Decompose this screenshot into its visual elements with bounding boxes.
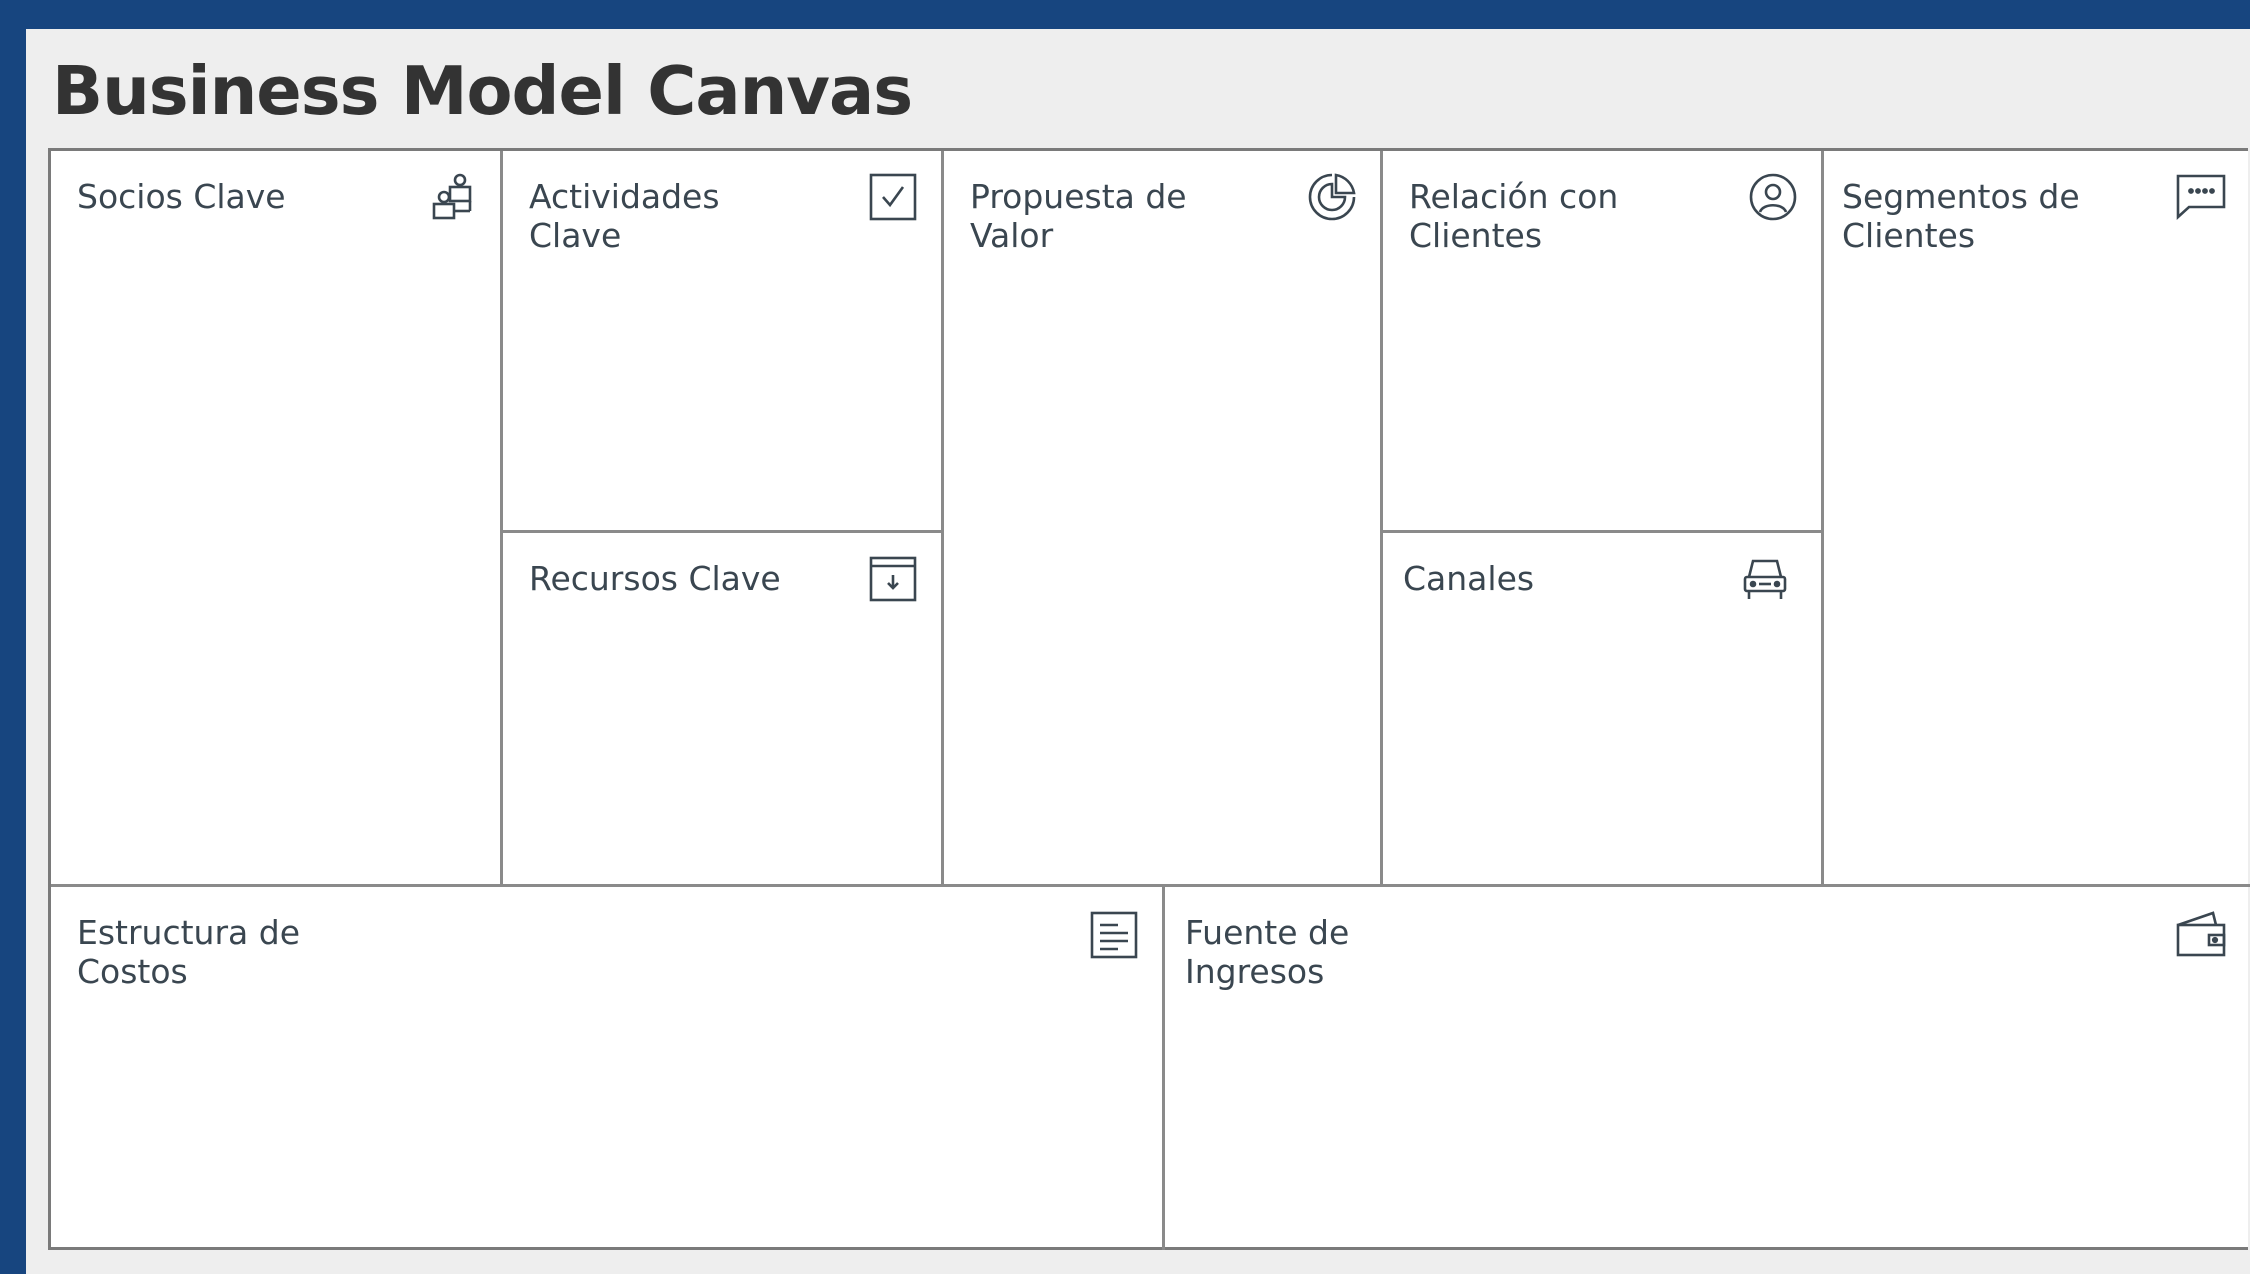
business-model-canvas: Socios Clave Actividades Clave Recursos … (48, 148, 2250, 1250)
archive-box-icon (867, 553, 919, 605)
block-propuesta-de-valor[interactable]: Propuesta de Valor (944, 151, 1380, 884)
block-label: Propuesta de Valor (970, 177, 1187, 255)
checkbox-icon (867, 171, 919, 223)
block-label: Relación con Clientes (1409, 177, 1619, 255)
block-relacion-con-clientes[interactable]: Relación con Clientes (1383, 151, 1821, 530)
block-label: Fuente de Ingresos (1185, 913, 1350, 991)
block-label: Canales (1403, 559, 1535, 598)
block-label: Recursos Clave (529, 559, 781, 598)
block-estructura-de-costos[interactable]: Estructura de Costos (51, 887, 1162, 1250)
block-label: Socios Clave (77, 177, 286, 216)
document-lines-icon (1088, 909, 1140, 961)
block-canales[interactable]: Canales (1383, 533, 1821, 884)
block-label: Segmentos de Clientes (1842, 177, 2080, 255)
wallet-icon (2175, 909, 2227, 961)
block-segmentos-de-clientes[interactable]: Segmentos de Clientes (1824, 151, 2250, 884)
chat-bubble-icon (2175, 171, 2227, 223)
block-label: Estructura de Costos (77, 913, 300, 991)
block-socios-clave[interactable]: Socios Clave (51, 151, 500, 884)
refresh-pie-icon (1306, 171, 1358, 223)
partners-icon (426, 171, 478, 223)
block-actividades-clave[interactable]: Actividades Clave (503, 151, 941, 530)
block-recursos-clave[interactable]: Recursos Clave (503, 533, 941, 884)
block-fuente-de-ingresos[interactable]: Fuente de Ingresos (1165, 887, 2250, 1250)
page-title: Business Model Canvas (52, 52, 913, 130)
block-label: Actividades Clave (529, 177, 720, 255)
user-circle-icon (1747, 171, 1799, 223)
car-icon (1739, 553, 1791, 605)
